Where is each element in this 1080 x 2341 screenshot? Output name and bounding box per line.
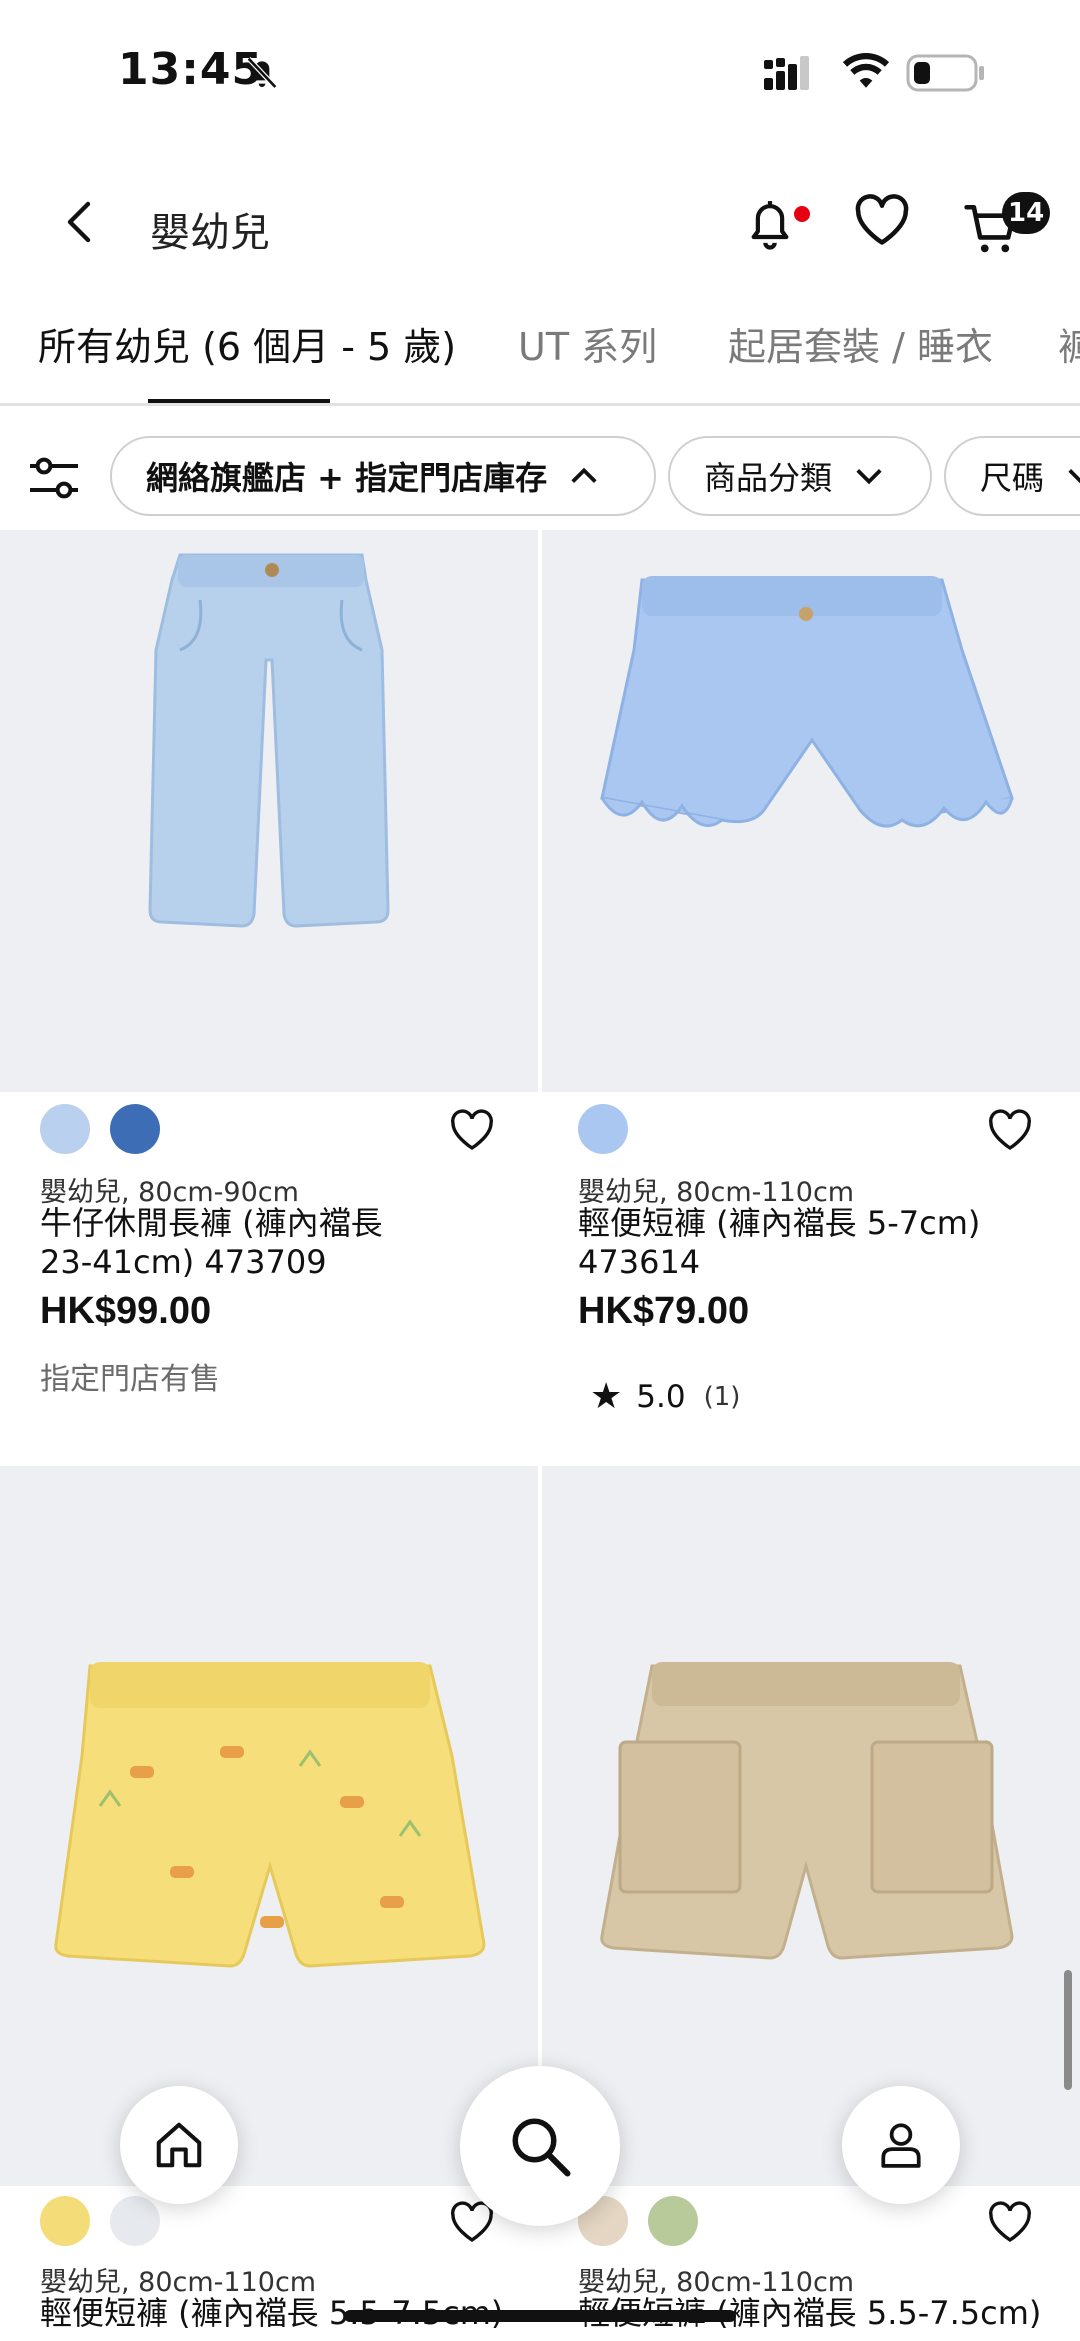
wishlist-button[interactable]	[852, 192, 916, 256]
category-tabs: 所有幼兒 (6 個月 - 5 歲) UT 系列 起居套裝 / 睡衣 褲	[0, 300, 1080, 406]
home-indicator[interactable]	[344, 2310, 736, 2322]
product-rating: ★ 5.0 (1)	[590, 1376, 740, 1417]
notifications-button[interactable]	[742, 188, 810, 258]
tab-pants[interactable]: 褲	[1058, 316, 1080, 371]
app-header: 嬰幼兒 14	[0, 170, 1080, 280]
color-swatch-light-blue[interactable]	[578, 1104, 628, 1154]
active-tab-indicator	[148, 399, 330, 403]
chip-label: 商品分類	[704, 459, 833, 497]
beige-shorts-illustration	[542, 1466, 1080, 2186]
category-filter-chip[interactable]: 商品分類	[668, 436, 932, 516]
search-button[interactable]	[460, 2066, 620, 2226]
heart-icon[interactable]	[986, 1106, 1034, 1154]
availability-text: 指定門店有售	[40, 1362, 220, 1397]
heart-icon[interactable]	[986, 2198, 1034, 2246]
product-price: HK$79.00	[578, 1290, 750, 1332]
product-name-line2[interactable]: 473614	[578, 1243, 700, 1282]
chevron-down-icon	[856, 469, 882, 485]
back-button[interactable]	[50, 192, 110, 252]
cart-count-badge: 14	[1002, 192, 1051, 234]
chevron-left-icon	[67, 201, 91, 243]
search-icon	[512, 2118, 571, 2177]
cart-button[interactable]: 14	[962, 188, 1051, 258]
user-icon	[881, 2123, 921, 2168]
chevron-down-icon	[1068, 469, 1080, 484]
tab-loungewear[interactable]: 起居套裝 / 睡衣	[728, 316, 993, 371]
product-image-light-shorts[interactable]	[542, 530, 1080, 1092]
home-button[interactable]	[120, 2086, 238, 2204]
color-swatch-blue[interactable]	[110, 1104, 160, 1154]
yellow-shorts-illustration	[0, 1466, 538, 2186]
product-image-yellow-shorts[interactable]	[0, 1466, 538, 2186]
heart-icon	[855, 194, 909, 245]
tab-ut-series[interactable]: UT 系列	[518, 316, 657, 371]
product-image-denim-pants[interactable]	[0, 530, 538, 1092]
bell-off-icon	[246, 56, 278, 89]
chevron-up-icon	[571, 467, 597, 483]
chip-label: 尺碼	[980, 459, 1045, 497]
heart-icon[interactable]	[448, 1106, 496, 1154]
battery-icon	[906, 54, 984, 92]
product-name-line1[interactable]: 牛仔休閒長褲 (褲內襠長	[40, 1204, 383, 1243]
filter-button[interactable]	[26, 450, 82, 506]
scrollbar[interactable]	[1064, 1970, 1072, 2090]
tab-all-infants[interactable]: 所有幼兒 (6 個月 - 5 歲)	[38, 316, 456, 371]
rating-value: 5.0	[636, 1378, 686, 1415]
rating-count: (1)	[703, 1381, 741, 1412]
color-swatch-light-blue[interactable]	[40, 1104, 90, 1154]
color-swatch-yellow[interactable]	[40, 2196, 90, 2246]
chip-label: 網絡旗艦店 + 指定門店庫存	[146, 459, 548, 497]
filter-bar: 網絡旗艦店 + 指定門店庫存 商品分類 尺碼	[0, 430, 1080, 522]
signal-icon	[764, 56, 809, 90]
product-name-line1[interactable]: 輕便短褲 (褲內襠長 5-7cm)	[578, 1204, 980, 1243]
wifi-icon	[842, 52, 890, 88]
color-swatch-green[interactable]	[648, 2196, 698, 2246]
sliders-icon	[30, 457, 78, 499]
star-icon: ★	[590, 1376, 623, 1417]
notification-dot	[794, 206, 810, 222]
color-swatch-white[interactable]	[110, 2196, 160, 2246]
account-button[interactable]	[842, 2086, 960, 2204]
bell-icon	[751, 201, 789, 250]
product-name-line2[interactable]: 23-41cm) 473709	[40, 1243, 327, 1282]
size-filter-chip[interactable]: 尺碼	[944, 436, 1080, 516]
denim-pants-illustration	[0, 530, 538, 1092]
ruffle-shorts-illustration	[542, 530, 1080, 1092]
page-title: 嬰幼兒	[150, 210, 270, 256]
product-price: HK$99.00	[40, 1290, 212, 1332]
status-bar: 13:45	[0, 0, 1080, 140]
home-icon	[156, 2122, 202, 2168]
product-image-beige-shorts[interactable]	[542, 1466, 1080, 2186]
store-stock-filter-chip[interactable]: 網絡旗艦店 + 指定門店庫存	[110, 436, 656, 516]
